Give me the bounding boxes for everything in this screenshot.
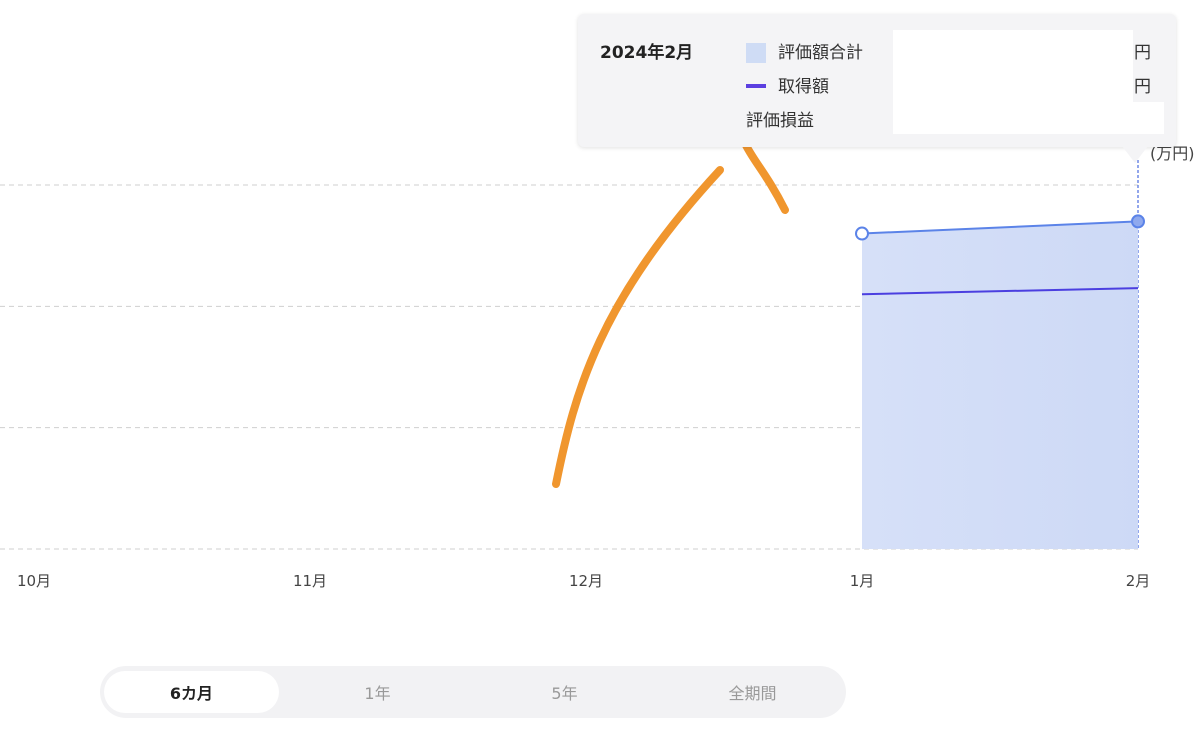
tooltip-row-label: 評価損益 xyxy=(746,111,814,131)
valuation-point xyxy=(855,226,869,241)
tooltip-row-label: 取得額 xyxy=(778,77,829,97)
tooltip-unit: 円 xyxy=(1134,77,1151,97)
annotation-arrow xyxy=(552,116,789,488)
tooltip-unit: 円 xyxy=(1134,43,1151,63)
chart-tooltip: 2024年2月 評価額合計 取得額 評価損益 円 円 xyxy=(578,14,1176,147)
area-swatch-icon xyxy=(746,43,766,63)
period-tab-all[interactable]: 全期間 xyxy=(665,671,840,713)
line-swatch-icon xyxy=(746,83,766,88)
tooltip-value-redacted xyxy=(1128,102,1164,134)
period-tab-5years[interactable]: 5年 xyxy=(477,671,652,713)
tooltip-row-label: 評価額合計 xyxy=(778,43,863,63)
x-tick-label: 10月 xyxy=(17,572,51,590)
tooltip-row-valuation: 評価額合計 xyxy=(746,38,863,63)
x-tick-label: 1月 xyxy=(850,572,875,590)
tooltip-pointer xyxy=(1122,146,1148,163)
tooltip-value-redacted xyxy=(893,30,1133,134)
period-selector: 6カ月 1年 5年 全期間 xyxy=(100,666,846,718)
valuation-area xyxy=(862,221,1138,549)
period-tab-6months[interactable]: 6カ月 xyxy=(104,671,279,713)
x-tick-label: 11月 xyxy=(293,572,327,590)
tooltip-date: 2024年2月 xyxy=(600,43,694,63)
valuation-point xyxy=(1131,214,1145,229)
tooltip-row-acquisition: 取得額 xyxy=(746,72,829,97)
tooltip-row-profit: 評価損益 xyxy=(746,106,814,131)
x-tick-label: 2月 xyxy=(1126,572,1151,590)
x-axis-labels: 10月 11月 12月 1月 2月 xyxy=(17,572,1150,590)
x-tick-label: 12月 xyxy=(569,572,603,590)
area-layer xyxy=(862,221,1138,549)
period-tab-1year[interactable]: 1年 xyxy=(290,671,465,713)
